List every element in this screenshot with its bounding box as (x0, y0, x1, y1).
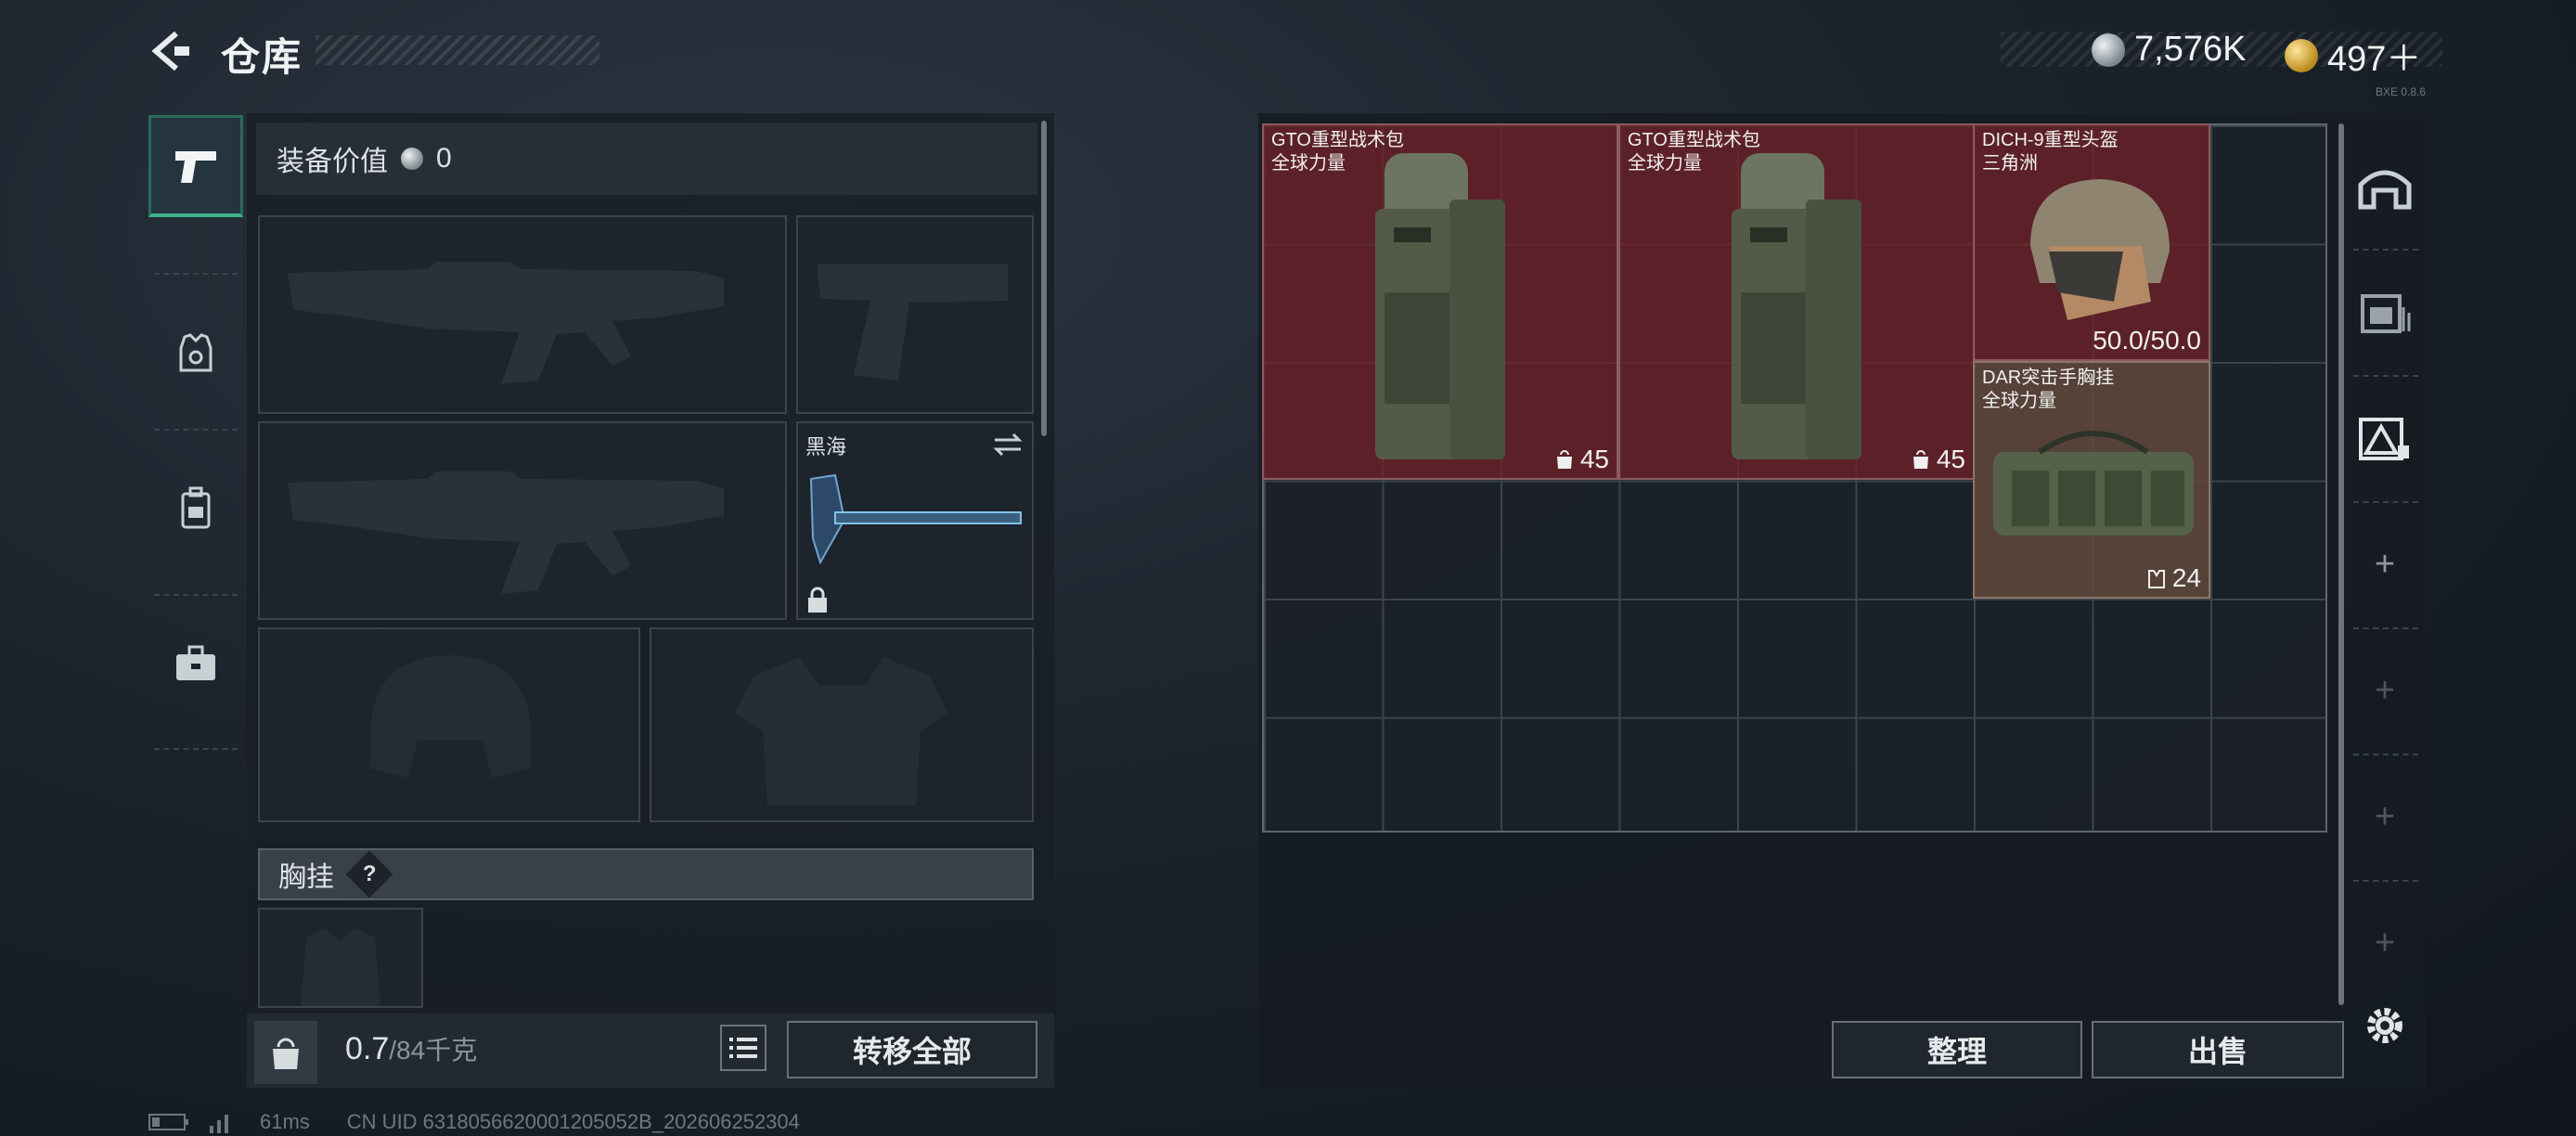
chest-rig-label: 胸挂 (278, 862, 334, 893)
weight-current: 0.7 (345, 1031, 390, 1066)
weight-icon (254, 1021, 317, 1084)
tab-separator (154, 429, 238, 431)
gold-amount: 497＋ (2327, 40, 2422, 79)
weight-max: /84千克 (389, 1036, 478, 1065)
home-base-icon (2358, 170, 2412, 210)
back-button[interactable] (148, 28, 195, 74)
silver-currency[interactable]: 7,576K (2092, 30, 2246, 70)
weapons-tab[interactable] (148, 115, 243, 217)
add-icon: + (2374, 670, 2396, 710)
backpack-icon (181, 486, 211, 529)
melee-slot[interactable]: 黑海 (796, 421, 1034, 620)
primary-weapon-slot[interactable] (258, 215, 787, 414)
backpack-image-icon (1732, 153, 1861, 459)
lock-icon (808, 587, 827, 613)
battery-icon (148, 1114, 188, 1130)
silver-coin-icon (401, 148, 423, 170)
sort-button[interactable]: 整理 (1832, 1021, 2082, 1078)
gold-currency[interactable]: 497＋ (2285, 30, 2421, 81)
stash-item[interactable]: GTO重型战术包 全球力量 45 (1262, 123, 1618, 480)
backpack-tab[interactable] (148, 457, 243, 559)
back-arrow-icon (151, 31, 189, 71)
list-icon (729, 1038, 757, 1058)
swap-icon[interactable] (991, 431, 1024, 458)
status-bar: 61ms CN UID 6318056620001205052B_2026062… (148, 1110, 800, 1134)
list-view-button[interactable] (720, 1025, 766, 1071)
settings-button[interactable] (2346, 993, 2424, 1058)
silver-amount: 7,576K (2134, 30, 2247, 69)
add-icon: + (2374, 796, 2396, 836)
gear-icon (2367, 1008, 2402, 1043)
chest-rig-slot[interactable] (258, 908, 423, 1008)
weight-readout: 0.7/84千克 (345, 1030, 477, 1067)
vest-slots-icon (2147, 570, 2165, 588)
signal-icon (210, 1115, 228, 1133)
rifle-silhouette-icon (288, 471, 724, 594)
weight-bag-icon (1556, 450, 1572, 469)
helmet-silhouette-icon (369, 655, 531, 778)
item-brand: 全球力量 (1982, 391, 2056, 411)
equipment-value-amount: 0 (436, 143, 452, 174)
current-stash-button[interactable] (2346, 382, 2424, 494)
add-icon: + (2374, 923, 2396, 962)
gold-coin-icon (2285, 38, 2318, 72)
backpack-image-icon (1375, 153, 1505, 459)
uid: CN UID 6318056620001205052B_202606252304 (346, 1110, 800, 1133)
kettlebell-icon (273, 1038, 299, 1069)
chest-rig-image-icon (1993, 431, 2194, 536)
stash-crate-button[interactable] (2346, 256, 2424, 368)
chest-rig-silhouette-icon (301, 928, 380, 1006)
helmet-slot[interactable] (258, 627, 640, 822)
version-tag: BXE 0.8.6 (2376, 85, 2427, 98)
briefcase-icon (176, 645, 215, 680)
stash-item[interactable]: DICH-9重型头盔 三角洲 50.0/50.0 (1973, 123, 2210, 361)
item-count: 45 (1579, 445, 1609, 473)
help-icon[interactable]: ? (345, 850, 393, 898)
sell-button[interactable]: 出售 (2092, 1021, 2344, 1078)
pistol-silhouette-icon (817, 264, 1008, 381)
add-stash-button[interactable]: + (2346, 887, 2424, 999)
weight-bag-icon (1913, 450, 1928, 469)
add-stash-button[interactable]: + (2346, 509, 2424, 620)
tab-separator (154, 273, 238, 275)
silver-coin-icon (2092, 32, 2125, 67)
body-armor-slot[interactable] (650, 627, 1034, 822)
stash-item[interactable]: DAR突击手胸挂 全球力量 24 (1973, 361, 2210, 599)
stash-crate-icon (2361, 294, 2411, 333)
item-count: 45 (1936, 445, 1965, 473)
equipment-scrollbar[interactable] (1041, 121, 1047, 436)
durability: 50.0/50.0 (2093, 326, 2201, 355)
warning-stash-icon (2359, 418, 2409, 460)
pistol-icon (175, 150, 216, 183)
stash-scrollbar[interactable] (2338, 123, 2344, 1005)
equipment-value-label: 装备价值 (277, 147, 388, 177)
rifle-silhouette-icon (288, 262, 724, 384)
armor-vest-icon (179, 333, 213, 372)
item-name: DAR突击手胸挂 (1982, 368, 2115, 388)
secondary-weapon-slot[interactable] (258, 421, 787, 620)
axe-icon (809, 473, 1022, 565)
transfer-all-button[interactable]: 转移全部 (787, 1021, 1037, 1078)
item-count: 24 (2171, 563, 2201, 592)
ping: 61ms (260, 1110, 310, 1133)
case-tab[interactable] (148, 613, 243, 715)
title-decoration (316, 35, 599, 65)
chest-rig-header: 胸挂 ? (258, 848, 1034, 900)
sidearm-slot[interactable] (796, 215, 1034, 414)
helmet-image-icon (2030, 179, 2170, 320)
stash-item[interactable]: GTO重型战术包 全球力量 45 (1618, 123, 1975, 480)
armor-silhouette-icon (735, 657, 948, 806)
add-icon: + (2374, 544, 2396, 584)
tab-separator (154, 594, 238, 596)
page-title: 仓库 (221, 35, 303, 79)
armor-tab[interactable] (148, 303, 243, 405)
home-base-button[interactable] (2346, 132, 2424, 243)
add-stash-button[interactable]: + (2346, 761, 2424, 872)
item-name: DICH-9重型头盔 (1982, 130, 2119, 150)
tab-separator (154, 748, 238, 750)
equipment-value-header: 装备价值 0 (256, 123, 1037, 195)
add-stash-button[interactable]: + (2346, 635, 2424, 746)
melee-name: 黑海 (805, 435, 847, 458)
